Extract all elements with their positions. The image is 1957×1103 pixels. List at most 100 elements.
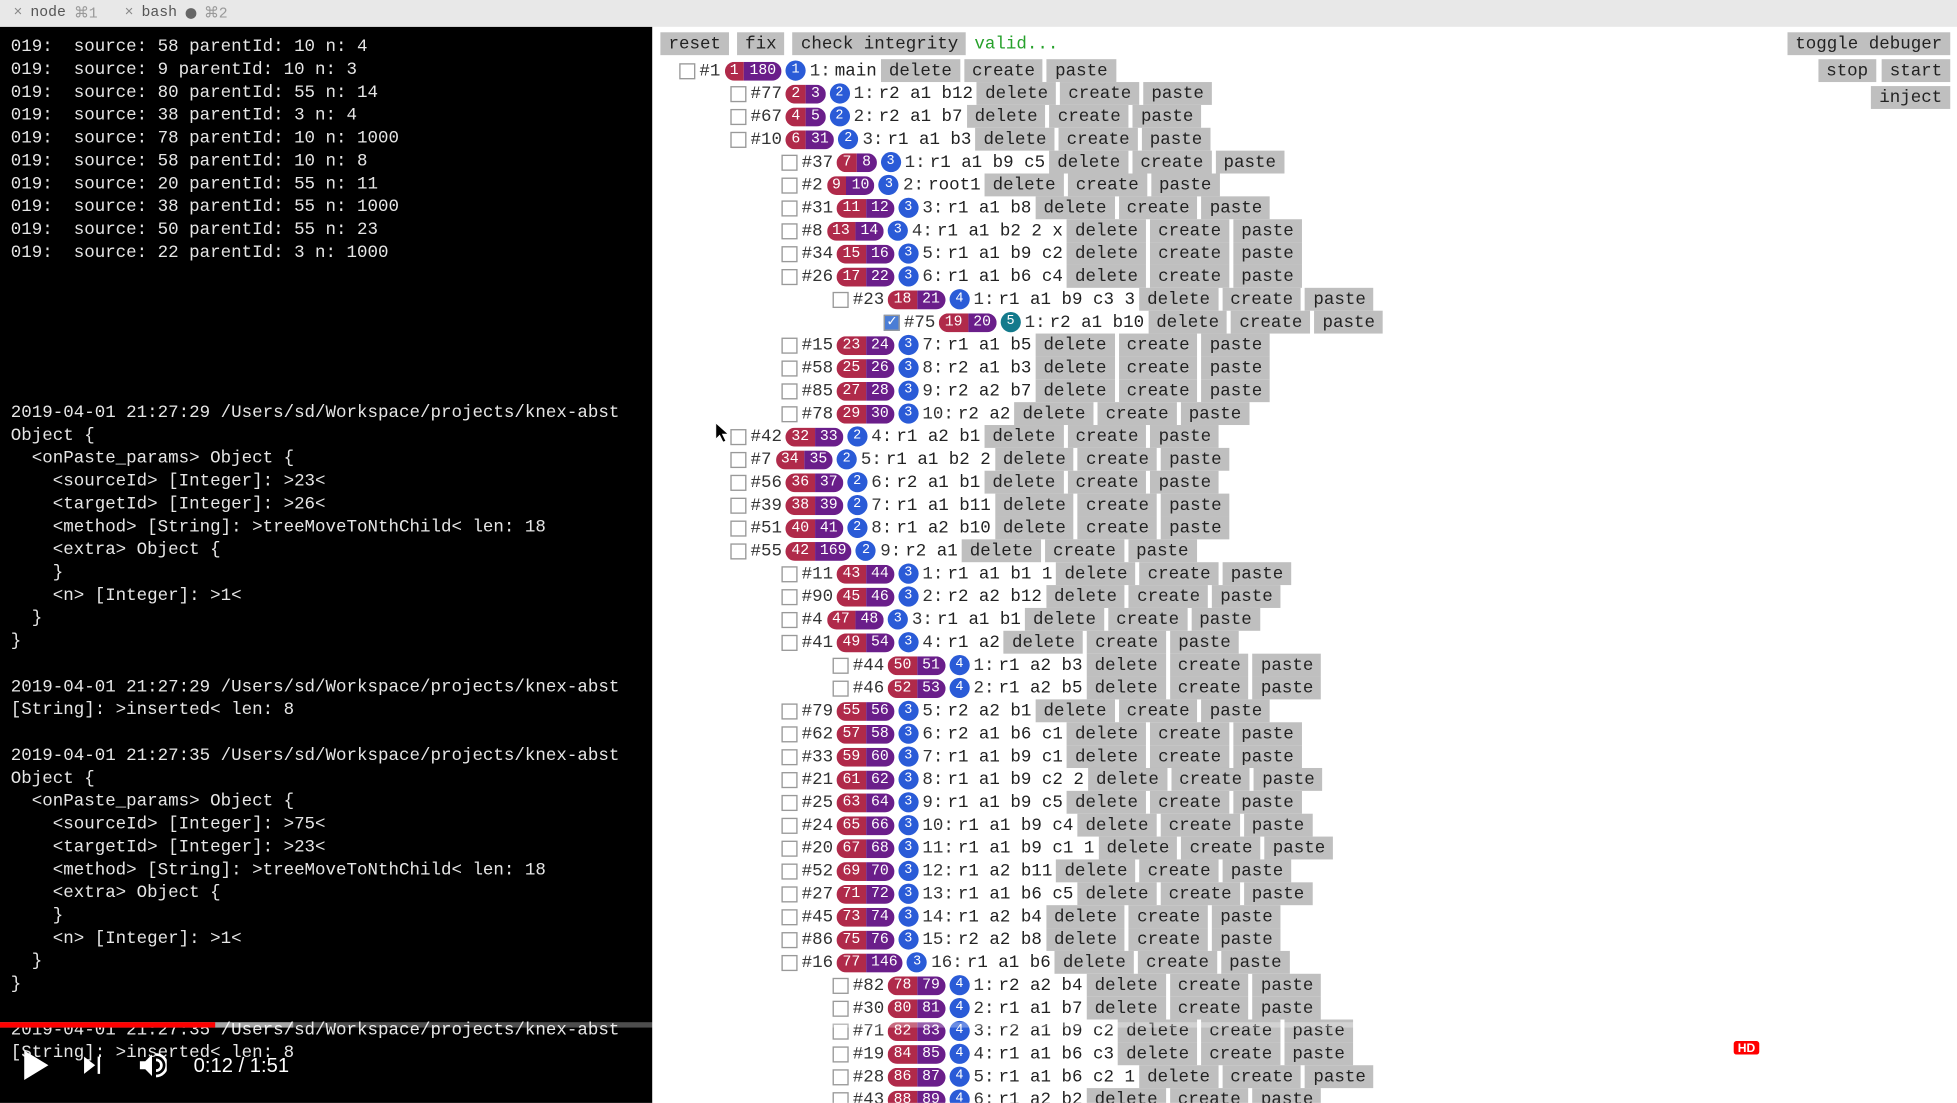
delete-button[interactable]: delete [1139,288,1218,311]
delete-button[interactable]: delete [1148,311,1227,334]
delete-button[interactable]: delete [1035,334,1114,357]
node-checkbox[interactable] [730,131,746,147]
delete-button[interactable]: delete [1046,905,1125,928]
node-checkbox[interactable] [833,291,849,307]
paste-button[interactable]: paste [1133,105,1202,128]
node-checkbox[interactable] [730,474,746,490]
theater-mode-button[interactable] [1840,1049,1872,1081]
delete-button[interactable]: delete [1004,631,1083,654]
create-button[interactable]: create [1150,722,1229,745]
paste-button[interactable]: paste [1202,196,1271,219]
volume-button[interactable] [135,1049,167,1081]
paste-button[interactable]: paste [1151,425,1220,448]
paste-button[interactable]: paste [1223,562,1292,585]
paste-button[interactable]: paste [1221,951,1290,974]
create-button[interactable]: create [1140,562,1219,585]
delete-button[interactable]: delete [1087,654,1166,677]
create-button[interactable]: create [1067,471,1146,494]
start-button[interactable]: start [1882,59,1951,82]
toggle-debugger-button[interactable]: toggle debuger [1787,32,1950,55]
delete-button[interactable]: delete [1067,242,1146,265]
video-progress-bar[interactable] [0,1022,1957,1027]
node-checkbox[interactable] [730,85,746,101]
create-button[interactable]: create [1045,539,1124,562]
create-button[interactable]: create [1078,494,1157,517]
paste-button[interactable]: paste [1305,288,1374,311]
node-checkbox[interactable] [833,657,849,673]
create-button[interactable]: create [1078,516,1157,539]
paste-button[interactable]: paste [1161,516,1230,539]
fix-button[interactable]: fix [737,32,785,55]
node-checkbox[interactable] [730,497,746,513]
paste-button[interactable]: paste [1254,768,1323,791]
delete-button[interactable]: delete [995,448,1074,471]
node-checkbox[interactable] [833,977,849,993]
delete-button[interactable]: delete [1046,928,1125,951]
node-checkbox[interactable] [730,108,746,124]
create-button[interactable]: create [1222,288,1301,311]
node-checkbox[interactable] [884,314,900,330]
paste-button[interactable]: paste [1223,859,1292,882]
paste-button[interactable]: paste [1202,356,1271,379]
node-checkbox[interactable] [781,245,797,261]
node-checkbox[interactable] [730,520,746,536]
delete-button[interactable]: delete [1098,837,1177,860]
paste-button[interactable]: paste [1233,745,1302,768]
tab-bash[interactable]: × bash ⌘2 [111,0,241,27]
delete-button[interactable]: delete [1067,265,1146,288]
paste-button[interactable]: paste [1202,334,1271,357]
delete-button[interactable]: delete [967,105,1046,128]
node-checkbox[interactable] [781,268,797,284]
paste-button[interactable]: paste [1128,539,1197,562]
paste-button[interactable]: paste [1253,974,1322,997]
paste-button[interactable]: paste [1215,151,1284,174]
create-button[interactable]: create [1119,334,1198,357]
delete-button[interactable]: delete [985,174,1064,197]
close-icon[interactable]: × [13,5,22,21]
node-checkbox[interactable] [781,566,797,582]
delete-button[interactable]: delete [995,516,1074,539]
create-button[interactable]: create [1150,219,1229,242]
paste-button[interactable]: paste [1233,219,1302,242]
delete-button[interactable]: delete [975,128,1054,151]
paste-button[interactable]: paste [1244,814,1313,837]
node-checkbox[interactable] [781,588,797,604]
create-button[interactable]: create [1161,882,1240,905]
create-button[interactable]: create [1170,997,1249,1020]
delete-button[interactable]: delete [881,59,960,82]
node-checkbox[interactable] [781,406,797,422]
paste-button[interactable]: paste [1161,448,1230,471]
paste-button[interactable]: paste [1202,699,1271,722]
paste-button[interactable]: paste [1143,82,1212,105]
stop-button[interactable]: stop [1818,59,1876,82]
create-button[interactable]: create [1170,677,1249,700]
create-button[interactable]: create [1119,379,1198,402]
node-checkbox[interactable] [781,817,797,833]
create-button[interactable]: create [1170,654,1249,677]
create-button[interactable]: create [1129,928,1208,951]
create-button[interactable]: create [1182,837,1261,860]
delete-button[interactable]: delete [1035,379,1114,402]
delete-button[interactable]: delete [1067,722,1146,745]
create-button[interactable]: create [1150,242,1229,265]
delete-button[interactable]: delete [984,425,1063,448]
create-button[interactable]: create [1129,905,1208,928]
close-icon[interactable]: × [125,5,134,21]
node-checkbox[interactable] [781,177,797,193]
node-checkbox[interactable] [781,703,797,719]
node-checkbox[interactable] [781,954,797,970]
delete-button[interactable]: delete [1087,997,1166,1020]
node-checkbox[interactable] [781,337,797,353]
node-checkbox[interactable] [781,771,797,787]
delete-button[interactable]: delete [1014,402,1093,425]
node-checkbox[interactable] [781,931,797,947]
create-button[interactable]: create [1068,174,1147,197]
create-button[interactable]: create [1140,859,1219,882]
node-checkbox[interactable] [730,428,746,444]
node-checkbox[interactable] [679,63,695,79]
paste-button[interactable]: paste [1244,882,1313,905]
node-checkbox[interactable] [781,863,797,879]
node-checkbox[interactable] [730,451,746,467]
create-button[interactable]: create [1108,608,1187,631]
delete-button[interactable]: delete [1035,699,1114,722]
